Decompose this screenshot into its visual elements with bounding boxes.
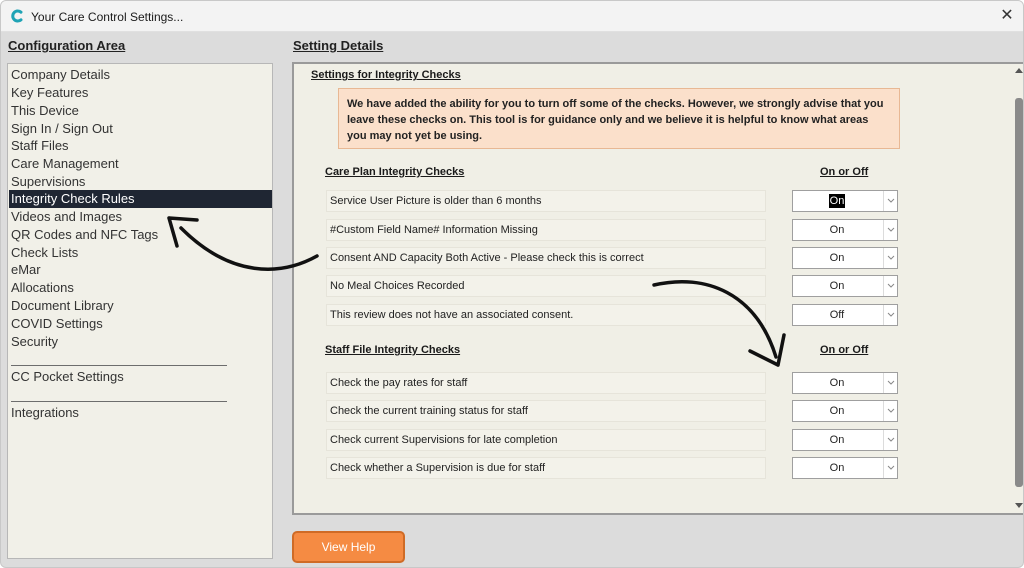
check-row-label: #Custom Field Name# Information Missing <box>326 219 766 241</box>
on-off-select[interactable]: On <box>792 247 898 269</box>
check-row-label: Service User Picture is older than 6 mon… <box>326 190 766 212</box>
config-item-document-library[interactable]: Document Library <box>9 297 272 315</box>
settings-window: Your Care Control Settings... ✕ Configur… <box>0 0 1024 568</box>
configuration-area-header: Configuration Area <box>8 38 126 53</box>
check-row-label: Check the pay rates for staff <box>326 372 766 394</box>
staff-file-section-title: Staff File Integrity Checks <box>325 344 461 356</box>
config-item-key-features[interactable]: Key Features <box>9 84 272 102</box>
select-value: On <box>828 194 846 208</box>
config-item-company-details[interactable]: Company Details <box>9 66 272 84</box>
check-row-label: Consent AND Capacity Both Active - Pleas… <box>326 247 766 269</box>
config-item-sign-in-out[interactable]: Sign In / Sign Out <box>9 120 272 138</box>
chevron-down-icon[interactable] <box>883 248 897 268</box>
title-bar: Your Care Control Settings... ✕ <box>1 1 1023 32</box>
on-off-select[interactable]: On <box>792 275 898 297</box>
advice-notice: We have added the ability for you to tur… <box>338 88 900 149</box>
check-row-label: Check whether a Supervision is due for s… <box>326 457 766 479</box>
chevron-down-icon[interactable] <box>883 458 897 478</box>
view-help-button[interactable]: View Help <box>292 531 405 563</box>
staff-file-on-off-header: On or Off <box>820 344 869 356</box>
select-value: On <box>829 377 845 389</box>
vertical-scrollbar[interactable] <box>1014 64 1023 513</box>
select-value: On <box>829 252 845 264</box>
list-divider <box>11 401 227 402</box>
on-off-select[interactable]: On <box>792 457 898 479</box>
chevron-down-icon[interactable] <box>883 191 897 211</box>
select-value: On <box>829 405 845 417</box>
list-divider <box>11 365 227 366</box>
annotation-arrow-left-icon <box>167 216 319 271</box>
config-item-care-management[interactable]: Care Management <box>9 155 272 173</box>
config-item-staff-files[interactable]: Staff Files <box>9 137 272 155</box>
chevron-down-icon[interactable] <box>883 401 897 421</box>
settings-title: Settings for Integrity Checks <box>311 69 461 81</box>
chevron-down-icon[interactable] <box>883 276 897 296</box>
on-off-select[interactable]: On <box>792 372 898 394</box>
config-item-this-device[interactable]: This Device <box>9 102 272 120</box>
config-item-supervisions[interactable]: Supervisions <box>9 173 272 191</box>
select-value: On <box>829 280 845 292</box>
on-off-select[interactable]: Off <box>792 304 898 326</box>
on-off-select[interactable]: On <box>792 219 898 241</box>
window-title: Your Care Control Settings... <box>31 10 184 24</box>
check-row-label: Check current Supervisions for late comp… <box>326 429 766 451</box>
on-off-select[interactable]: On <box>792 190 898 212</box>
scroll-up-icon[interactable] <box>1015 67 1023 75</box>
check-row-label: Check the current training status for st… <box>326 400 766 422</box>
care-control-logo-icon <box>11 9 23 23</box>
config-item-integrations[interactable]: Integrations <box>9 404 272 422</box>
setting-details-header: Setting Details <box>293 38 384 53</box>
scroll-down-icon[interactable] <box>1015 501 1023 509</box>
chevron-down-icon[interactable] <box>883 430 897 450</box>
care-plan-on-off-header: On or Off <box>820 166 869 178</box>
config-item-security[interactable]: Security <box>9 333 272 351</box>
config-item-cc-pocket-settings[interactable]: CC Pocket Settings <box>9 368 272 386</box>
config-item-covid-settings[interactable]: COVID Settings <box>9 315 272 333</box>
annotation-arrow-right-icon <box>652 280 786 367</box>
on-off-select[interactable]: On <box>792 400 898 422</box>
scrollbar-thumb[interactable] <box>1015 98 1023 487</box>
on-off-select[interactable]: On <box>792 429 898 451</box>
configuration-list[interactable]: Company Details Key Features This Device… <box>7 63 273 559</box>
select-value: Off <box>829 309 845 321</box>
chevron-down-icon[interactable] <box>883 373 897 393</box>
close-icon[interactable]: ✕ <box>995 5 1019 27</box>
chevron-down-icon[interactable] <box>883 220 897 240</box>
config-item-allocations[interactable]: Allocations <box>9 279 272 297</box>
chevron-down-icon[interactable] <box>883 305 897 325</box>
select-value: On <box>829 462 845 474</box>
select-value: On <box>829 434 845 446</box>
care-plan-section-title: Care Plan Integrity Checks <box>325 166 465 178</box>
select-value: On <box>829 224 845 236</box>
